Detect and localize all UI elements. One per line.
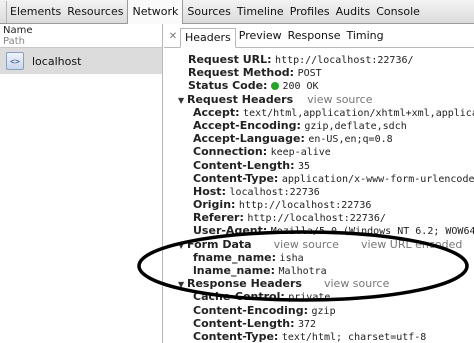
tab-elements[interactable]: Elements: [7, 0, 64, 24]
header-value: text/html; charset=utf-8: [281, 331, 427, 343]
form-data-row: fname_name: isha: [164, 251, 474, 264]
header-key: Host:: [193, 184, 226, 198]
header-value: localhost:22736: [229, 186, 320, 198]
request-method-label: Request Method:: [188, 66, 295, 80]
header-value: http://localhost:22736/: [247, 213, 386, 225]
form-data-section[interactable]: ▼ Form Data view source view URL encoded: [164, 238, 474, 251]
tab-network[interactable]: Network: [127, 0, 184, 24]
response-header-row: Cache-Control: private: [164, 290, 474, 303]
header-key: Content-Encoding:: [193, 303, 309, 317]
request-headers-section[interactable]: ▼ Request Headers view source: [164, 93, 474, 106]
request-header-row: Content-Type: application/x-www-form-url…: [164, 172, 474, 185]
tab-timing[interactable]: Timing: [343, 27, 386, 47]
tab-headers[interactable]: Headers: [180, 28, 236, 48]
html-file-icon: <>: [6, 52, 24, 70]
request-header-row: Origin: http://localhost:22736: [164, 198, 474, 211]
triangle-down-icon: ▼: [178, 240, 185, 250]
request-header-row: Connection: keep-alive: [164, 145, 474, 158]
header-value: 35: [298, 160, 311, 172]
detail-tabbar: ✕ Headers Preview Response Timing: [164, 24, 474, 48]
header-key: Content-Type:: [193, 329, 279, 343]
tab-preview[interactable]: Preview: [236, 27, 285, 47]
tab-timeline[interactable]: Timeline: [234, 0, 287, 24]
request-headers-title: Request Headers: [187, 92, 294, 106]
request-headers-view-source[interactable]: view source: [307, 93, 372, 106]
header-key: Accept:: [193, 105, 240, 119]
header-key: Origin:: [193, 198, 236, 212]
request-method-row: Request Method: POST: [164, 66, 474, 79]
header-key: Cache-Control:: [193, 290, 285, 304]
tab-console[interactable]: Console: [373, 0, 423, 24]
request-url-row: Request URL: http://localhost:22736/: [164, 53, 474, 66]
request-list-header[interactable]: Name Path: [0, 24, 162, 48]
tab-response[interactable]: Response: [285, 27, 344, 47]
header-key: Content-Length:: [193, 158, 295, 172]
tab-audits[interactable]: Audits: [333, 0, 374, 24]
response-header-row: Content-Length: 372: [164, 317, 474, 330]
header-value: gzip,deflate,sdch: [304, 120, 407, 132]
form-data-title: Form Data: [187, 237, 252, 251]
status-code-label: Status Code:: [188, 79, 268, 93]
request-header-row: User-Agent: Mozilla/5.0 (Windows NT 6.2;…: [164, 224, 474, 237]
response-headers-section[interactable]: ▼ Response Headers view source: [164, 277, 474, 290]
request-list: Name Path <> localhost: [0, 24, 163, 343]
status-code-row: Status Code: 200 OK: [164, 79, 474, 92]
header-value: gzip: [311, 305, 336, 317]
header-key: Accept-Language:: [193, 132, 305, 146]
header-key: lname_name:: [193, 264, 276, 277]
request-url-value: http://localhost:22736/: [275, 55, 414, 66]
header-value: text/html,application/xhtml+xml,applicat…: [243, 107, 474, 119]
header-value: Malhotra: [278, 266, 327, 277]
request-header-row: Accept-Encoding: gzip,deflate,sdch: [164, 119, 474, 132]
column-name: Name: [3, 25, 33, 36]
request-method-value: POST: [297, 68, 322, 80]
tab-profiles[interactable]: Profiles: [287, 0, 333, 24]
devtools-toolbar: Elements Resources Network Sources Timel…: [0, 0, 474, 24]
header-value: http://localhost:22736: [238, 200, 372, 212]
header-key: Content-Length:: [193, 316, 295, 330]
header-value: application/x-www-form-urlencoded: [281, 173, 474, 185]
request-header-row: Host: localhost:22736: [164, 185, 474, 198]
status-ok-icon: [271, 82, 280, 91]
request-row[interactable]: <> localhost: [0, 48, 162, 74]
response-header-row: Content-Type: text/html; charset=utf-8: [164, 330, 474, 343]
header-value: en-US,en;q=0.8: [308, 134, 393, 146]
header-value: private: [288, 292, 331, 304]
form-data-view-source[interactable]: view source: [274, 238, 339, 251]
headers-content: Request URL: http://localhost:22736/ Req…: [164, 53, 474, 343]
triangle-down-icon: ▼: [178, 280, 185, 290]
header-value: isha: [279, 252, 304, 264]
request-name: localhost: [32, 54, 82, 68]
triangle-down-icon: ▼: [178, 95, 185, 105]
header-value: 372: [298, 318, 317, 330]
header-key: Referer:: [193, 211, 244, 225]
header-key: Accept-Encoding:: [193, 118, 301, 132]
header-key: User-Agent:: [193, 224, 268, 238]
request-header-row: Accept: text/html,application/xhtml+xml,…: [164, 106, 474, 119]
request-details: ✕ Headers Preview Response Timing Reques…: [164, 24, 474, 343]
tab-resources[interactable]: Resources: [64, 0, 126, 24]
response-header-row: Content-Encoding: gzip: [164, 304, 474, 317]
status-code-value: 200 OK: [282, 81, 319, 93]
header-key: Content-Type:: [193, 171, 279, 185]
close-icon[interactable]: ✕: [166, 27, 180, 47]
request-header-row: Content-Length: 35: [164, 159, 474, 172]
header-key: Connection:: [193, 145, 268, 159]
request-header-row: Accept-Language: en-US,en;q=0.8: [164, 132, 474, 145]
form-data-row: lname_name: Malhotra: [164, 264, 474, 277]
response-headers-title: Response Headers: [187, 277, 302, 291]
form-data-view-url-encoded[interactable]: view URL encoded: [361, 238, 462, 251]
column-path: Path: [3, 36, 25, 47]
tab-sources[interactable]: Sources: [184, 0, 234, 24]
header-value: keep-alive: [270, 147, 331, 159]
response-headers-view-source[interactable]: view source: [324, 277, 389, 290]
request-url-label: Request URL:: [188, 53, 272, 66]
header-key: fname_name:: [193, 250, 277, 264]
header-value: Mozilla/5.0 (Windows NT 6.2; WOW64) App: [270, 226, 474, 238]
request-header-row: Referer: http://localhost:22736/: [164, 211, 474, 224]
